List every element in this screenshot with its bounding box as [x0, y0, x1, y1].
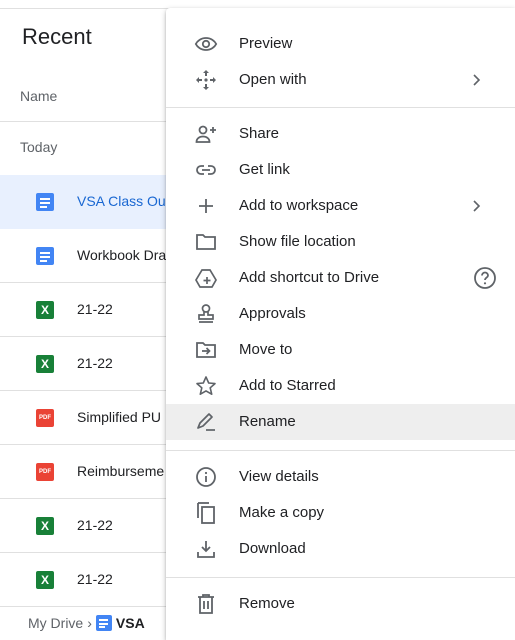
star-outline-icon — [194, 374, 218, 398]
menu-separator — [166, 450, 515, 451]
menu-item-label: Move to — [239, 341, 293, 358]
chevron-right-icon: › — [87, 615, 92, 631]
menu-item-show-file-location[interactable]: Show file location — [166, 224, 515, 260]
menu-item-label: Make a copy — [239, 504, 325, 521]
help-icon[interactable] — [472, 265, 498, 291]
chevron-right-icon — [472, 196, 482, 216]
plus-icon — [194, 194, 218, 218]
menu-item-label: Get link — [239, 161, 290, 178]
menu-item-add-to-starred[interactable]: Add to Starred — [166, 368, 515, 404]
drive-shortcut-icon — [194, 266, 218, 290]
column-header-name[interactable]: Name — [20, 88, 57, 104]
file-name: 21-22 — [77, 517, 113, 533]
menu-item-label: Show file location — [239, 233, 356, 250]
pencil-icon — [194, 410, 218, 434]
file-name: 21-22 — [77, 301, 113, 317]
menu-item-label: Remove — [239, 595, 295, 612]
menu-item-label: Rename — [239, 413, 296, 430]
stamp-icon — [194, 302, 218, 326]
menu-item-make-a-copy[interactable]: Make a copy — [166, 495, 515, 531]
breadcrumb-my-drive[interactable]: My Drive — [28, 615, 83, 631]
file-name: Workbook Dra — [77, 247, 167, 263]
menu-item-label: View details — [239, 468, 319, 485]
trash-icon — [194, 592, 218, 616]
menu-item-remove[interactable]: Remove — [166, 586, 515, 622]
google-docs-icon — [36, 247, 54, 265]
copy-icon — [194, 501, 218, 525]
menu-item-label: Approvals — [239, 305, 306, 322]
menu-item-label: Add shortcut to Drive — [239, 269, 380, 286]
link-icon — [194, 158, 218, 182]
google-docs-icon — [36, 193, 54, 211]
excel-icon: X — [36, 355, 54, 373]
menu-separator — [166, 107, 515, 108]
menu-item-add-to-workspace[interactable]: Add to workspace — [166, 188, 515, 224]
page-title: Recent — [22, 24, 92, 49]
breadcrumb-file[interactable]: VSA — [116, 615, 145, 631]
menu-item-label: Open with — [239, 71, 307, 88]
menu-item-add-shortcut[interactable]: Add shortcut to Drive — [166, 260, 515, 296]
menu-item-share[interactable]: Share — [166, 116, 515, 152]
eye-icon — [194, 32, 218, 56]
file-name: VSA Class Ou — [77, 193, 166, 209]
menu-item-move-to[interactable]: Move to — [166, 332, 515, 368]
excel-icon: X — [36, 517, 54, 535]
menu-item-rename[interactable]: Rename — [166, 404, 515, 440]
download-icon — [194, 537, 218, 561]
file-name: Simplified PU — [77, 409, 162, 425]
excel-icon: X — [36, 301, 54, 319]
menu-separator — [166, 577, 515, 578]
menu-item-download[interactable]: Download — [166, 531, 515, 567]
file-name: Reimburseme — [77, 463, 165, 479]
group-header-today: Today — [20, 139, 58, 155]
breadcrumb: My Drive › VSA — [28, 615, 145, 631]
move-folder-icon — [194, 338, 218, 362]
file-name: 21-22 — [77, 355, 113, 371]
menu-item-open-with[interactable]: Open with — [166, 62, 515, 98]
excel-icon: X — [36, 571, 54, 589]
folder-icon — [194, 230, 218, 254]
menu-item-label: Download — [239, 540, 306, 557]
pdf-icon: PDF — [36, 463, 54, 481]
menu-item-approvals[interactable]: Approvals — [166, 296, 515, 332]
menu-item-get-link[interactable]: Get link — [166, 152, 515, 188]
info-icon — [194, 465, 218, 489]
menu-item-label: Preview — [239, 35, 293, 52]
menu-item-preview[interactable]: Preview — [166, 26, 515, 62]
pdf-icon: PDF — [36, 409, 54, 427]
menu-item-label: Add to Starred — [239, 377, 336, 394]
menu-item-label: Share — [239, 125, 280, 142]
person-add-icon — [194, 122, 218, 146]
file-name: 21-22 — [77, 571, 113, 587]
menu-item-view-details[interactable]: View details — [166, 459, 515, 495]
google-docs-icon — [95, 615, 112, 631]
move-arrows-icon — [194, 68, 218, 92]
chevron-right-icon — [472, 70, 482, 90]
menu-item-label: Add to workspace — [239, 197, 359, 214]
context-menu: Preview Open with Share Get link Add to … — [166, 8, 515, 640]
